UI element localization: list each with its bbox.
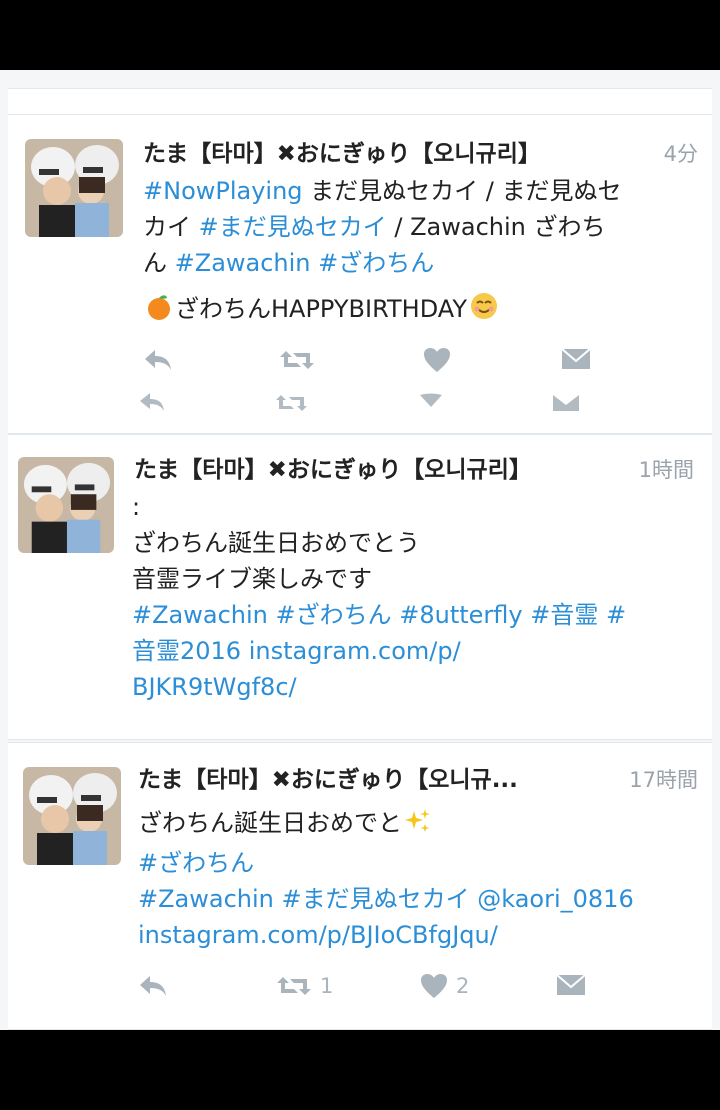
tweet-text-segment: まだ見ぬセカイ / まだ見ぬセ: [302, 177, 622, 205]
hashtag-link[interactable]: #NowPlaying: [143, 177, 303, 205]
hashtag-link[interactable]: #ざわちん: [318, 249, 434, 277]
avatar[interactable]: [18, 457, 114, 553]
hashtag-link[interactable]: #Zawachin #ざわちん #8utterfly #音霊 #: [132, 601, 626, 629]
author-name[interactable]: たま【타마】✖︎おにぎゅり【오니규리】: [143, 141, 541, 167]
tweet-actions: 1 2: [138, 973, 698, 1009]
tweet-line: ざわちん誕生日おめでとう: [132, 525, 702, 561]
tweet-text-segment: :: [132, 493, 141, 521]
reply-button[interactable]: [138, 973, 168, 999]
duplicate-action-row: [138, 391, 698, 415]
hashtag-link[interactable]: #まだ見ぬセカイ: [199, 213, 387, 241]
like-icon: [420, 973, 448, 999]
message-button[interactable]: [556, 973, 586, 997]
tweet-text: ざわちん誕生日おめでと #ざわちん #Zawachin #まだ見ぬセカイ @kaor…: [138, 805, 708, 953]
retweet-button[interactable]: 1: [276, 973, 333, 999]
tweet-text-segment: 音霊ライブ楽しみです: [132, 565, 372, 593]
tweet-line: ざわちん誕生日おめでと: [138, 805, 708, 845]
author-name[interactable]: たま【타마】✖︎おにぎゅり【오니규...: [138, 767, 518, 793]
reply-icon: [138, 973, 168, 999]
tweet-line: #Zawachin #ざわちん #8utterfly #音霊 #: [132, 597, 702, 633]
retweet-count: 1: [320, 974, 334, 998]
hashtag-link[interactable]: #Zawachin: [175, 249, 311, 277]
top-divider-strip: [8, 88, 712, 116]
tweet-text: : ざわちん誕生日おめでとう 音霊ライブ楽しみです #Zawachin #ざわちん #…: [132, 489, 702, 705]
retweet-icon: [276, 973, 312, 999]
retweet-icon: [279, 347, 315, 373]
hashtag-link[interactable]: 音霊2016 instagram.com/p/: [132, 637, 461, 665]
tweet-line: #ざわちん: [138, 845, 708, 881]
hashtag-link[interactable]: #Zawachin #まだ見ぬセカイ @kaori_0816: [138, 885, 634, 913]
message-icon: [556, 973, 586, 997]
reply-button[interactable]: [143, 347, 173, 373]
retweet-button[interactable]: [279, 347, 315, 373]
tweet-line: #Zawachin #まだ見ぬセカイ @kaori_0816: [138, 881, 708, 917]
orange-emoji-icon: [145, 293, 173, 331]
timestamp: 4分: [653, 137, 698, 171]
tweet-line: 音霊ライブ楽しみです: [132, 561, 702, 597]
tweet-line: ん #Zawachin #ざわちん: [143, 245, 703, 281]
like-icon: [423, 347, 451, 373]
tweet-line: instagram.com/p/BJIoCBfgJqu/: [138, 917, 708, 953]
hashtag-link[interactable]: BJKR9tWgf8c/: [132, 673, 297, 701]
truncation-fade: [8, 709, 712, 739]
timestamp: 17時間: [619, 763, 698, 797]
avatar[interactable]: [23, 767, 121, 865]
tweet-text-segment: ん: [143, 249, 175, 277]
sparkles-emoji-icon: [404, 807, 432, 845]
tweet-line: カイ #まだ見ぬセカイ / Zawachin ざわち: [143, 209, 703, 245]
tweet-actions: [143, 347, 703, 383]
reply-icon: [143, 347, 173, 373]
timestamp: 1時間: [628, 453, 694, 487]
like-count: 2: [456, 974, 470, 998]
tweet-line: #NowPlaying まだ見ぬセカイ / まだ見ぬセ: [143, 173, 703, 209]
author-name[interactable]: たま【타마】✖︎おにぎゅり【오니규리】: [134, 457, 532, 483]
tweet-header: たま【타마】✖︎おにぎゅり【오니규... 17時間: [138, 763, 698, 797]
tweet-header: たま【타마】✖︎おにぎゅり【오니규리】 4分: [143, 137, 698, 171]
smile-emoji-icon: [469, 291, 499, 331]
birthday-line: ざわちんHAPPYBIRTHDAY: [143, 291, 703, 331]
message-button[interactable]: [561, 347, 591, 371]
tweet-line: :: [132, 489, 702, 525]
tweet-text: #NowPlaying まだ見ぬセカイ / まだ見ぬセ カイ #まだ見ぬセカイ /…: [143, 173, 703, 281]
like-button[interactable]: 2: [420, 973, 469, 999]
tweet-line: BJKR9tWgf8c/: [132, 669, 702, 705]
tweet-text-segment: ざわちん誕生日おめでと: [138, 809, 402, 837]
tweet-text-segment: / Zawachin ざわち: [386, 213, 606, 241]
hashtag-link[interactable]: #ざわちん: [138, 849, 254, 877]
tweet-header: たま【타마】✖︎おにぎゅり【오니규리】 1時間: [134, 453, 694, 487]
tweet-line: 音霊2016 instagram.com/p/: [132, 633, 702, 669]
tweet-1[interactable]: たま【타마】✖︎おにぎゅり【오니규리】 4分 #NowPlaying まだ見ぬセ…: [8, 114, 712, 434]
tweet-2[interactable]: たま【타마】✖︎おにぎゅり【오니규리】 1時間 : ざわちん誕生日おめでとう 音霊ラ…: [8, 434, 712, 740]
tweet-text-segment: ざわちん誕生日おめでとう: [132, 529, 420, 557]
avatar[interactable]: [25, 139, 123, 237]
screen: たま【타마】✖︎おにぎゅり【오니규리】 4分 #NowPlaying まだ見ぬセ…: [0, 70, 720, 1030]
like-button[interactable]: [423, 347, 451, 373]
tweet-text-segment: カイ: [143, 213, 199, 241]
tweet-3[interactable]: たま【타마】✖︎おにぎゅり【오니규... 17時間 ざわちん誕生日おめでと #ざわ…: [8, 742, 712, 1030]
message-icon: [561, 347, 591, 371]
hashtag-link[interactable]: instagram.com/p/BJIoCBfgJqu/: [138, 921, 498, 949]
